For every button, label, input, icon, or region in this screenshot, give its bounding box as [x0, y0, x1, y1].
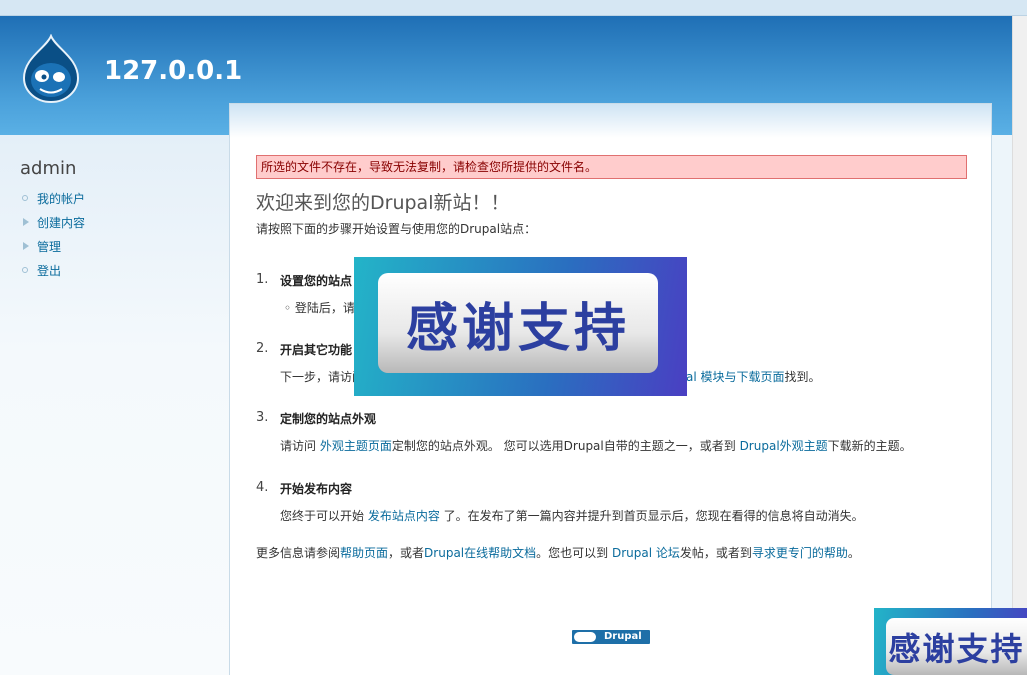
- help-page-link[interactable]: 帮助页面: [340, 546, 388, 560]
- error-message: 所选的文件不存在，导致无法复制，请检查您所提供的文件名。: [256, 155, 967, 179]
- more-info-text: 更多信息请参阅帮助页面，或者Drupal在线帮助文档。您也可以到 Drupal …: [256, 544, 860, 561]
- step-number: 4.: [256, 480, 269, 495]
- sidebar-item-label[interactable]: 我的帐户: [37, 192, 85, 206]
- watermark-overlay: 感谢支持: [874, 608, 1027, 675]
- more-text: 更多信息请参阅: [256, 546, 341, 560]
- watermark-text: 感谢支持: [886, 618, 1027, 675]
- step-text: 找到。: [784, 370, 821, 384]
- intro-text: 请按照下面的步骤开始设置与使用您的Drupal站点：: [256, 222, 537, 236]
- step-text: 下载新的主题。: [827, 439, 912, 453]
- more-text: 发帖，或者到: [679, 546, 752, 560]
- step-text: 了。在发布了第一篇内容并提升到首页显示后，您现在看得的信息将自动消失。: [439, 509, 864, 523]
- step-text: 定制您的站点外观。 您可以选用Drupal自带的主题之一，或者到: [391, 439, 740, 453]
- sidebar-user-name: admin: [20, 158, 77, 179]
- powered-by-drupal-badge[interactable]: Drupal: [572, 630, 650, 644]
- sidebar-item-label[interactable]: 管理: [37, 240, 61, 254]
- drupal-logo-icon[interactable]: [20, 34, 82, 104]
- sidebar-item-create-content[interactable]: 创建内容: [20, 211, 220, 235]
- step-number: 1.: [256, 272, 269, 287]
- more-text: 。: [847, 546, 860, 560]
- sidebar-item-my-account[interactable]: 我的帐户: [20, 187, 220, 211]
- page-title: 欢迎来到您的Drupal新站！！: [256, 192, 510, 214]
- drupal-themes-link[interactable]: Drupal外观主题: [740, 439, 828, 453]
- modules-link[interactable]: al 模块与下载页面: [686, 370, 785, 384]
- support-link[interactable]: 寻求更专门的帮助: [752, 546, 848, 560]
- step-description: 请访问 外观主题页面定制您的站点外观。 您可以选用Drupal自带的主题之一，或…: [280, 437, 912, 454]
- circle-bullet-icon: [22, 195, 28, 201]
- watermark-overlay: 感谢支持: [354, 257, 687, 396]
- online-docs-link[interactable]: Drupal在线帮助文档: [424, 546, 536, 560]
- forum-link[interactable]: Drupal 论坛: [612, 546, 680, 560]
- sidebar-item-logout[interactable]: 登出: [20, 259, 220, 283]
- step-text: 请访问: [280, 439, 320, 453]
- step-text: 您终于可以开始: [280, 509, 368, 523]
- sidebar: admin 我的帐户 创建内容 管理 登出: [20, 158, 220, 283]
- step-title: 设置您的站点: [280, 274, 353, 288]
- themes-page-link[interactable]: 外观主题页面: [320, 439, 392, 453]
- browser-top-strip: [0, 0, 1027, 16]
- triangle-right-icon: [23, 218, 29, 226]
- powered-by-label: Drupal: [604, 631, 642, 642]
- step-description: 您终于可以开始 发布站点内容 了。在发布了第一篇内容并提升到首页显示后，您现在看…: [280, 507, 864, 524]
- content-top-gradient: [230, 104, 991, 138]
- site-name[interactable]: 127.0.0.1: [104, 56, 242, 86]
- circle-bullet-icon: [22, 267, 28, 273]
- create-content-link[interactable]: 发布站点内容: [368, 509, 440, 523]
- sidebar-item-label[interactable]: 登出: [37, 264, 61, 278]
- step-number: 2.: [256, 341, 269, 356]
- more-text: ，或者: [388, 546, 425, 560]
- sidebar-item-label[interactable]: 创建内容: [37, 216, 85, 230]
- step-title: 开始发布内容: [280, 482, 353, 496]
- step-number: 3.: [256, 410, 269, 425]
- sidebar-item-administer[interactable]: 管理: [20, 235, 220, 259]
- page-scrollbar[interactable]: [1012, 16, 1027, 675]
- triangle-right-icon: [23, 242, 29, 250]
- step-title: 开启其它功能: [280, 343, 353, 357]
- more-text: 。您也可以到: [536, 546, 612, 560]
- step-title: 定制您的站点外观: [280, 412, 377, 426]
- step-text: 下一步，请访问: [280, 370, 365, 384]
- watermark-text: 感谢支持: [378, 273, 658, 373]
- step-description: ◦ 登陆后，请: [284, 301, 355, 315]
- drupal-drop-icon: [574, 632, 596, 642]
